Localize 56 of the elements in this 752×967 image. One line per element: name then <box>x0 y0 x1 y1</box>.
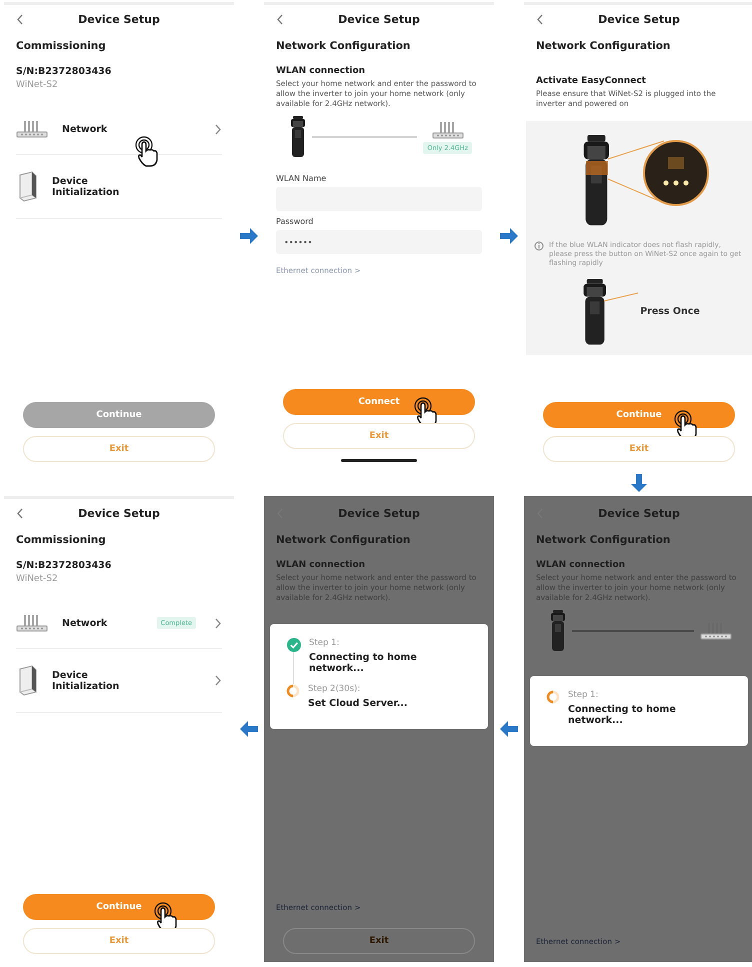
arrow-down-icon <box>630 474 648 492</box>
back-icon[interactable] <box>536 14 544 25</box>
subheading: WLAN connection <box>276 66 366 76</box>
router-icon <box>432 120 464 139</box>
section-heading: Network Configuration <box>536 40 672 52</box>
secondary-button[interactable]: Exit <box>543 436 735 462</box>
router-icon <box>16 120 48 138</box>
screen-title: Device Setup <box>597 507 681 520</box>
section-heading: Network Configuration <box>536 534 672 546</box>
screen-title: Device Setup <box>337 13 421 26</box>
arrow-left-icon <box>500 720 518 738</box>
setup-item[interactable]: Network <box>16 104 222 155</box>
item-label: Network <box>62 618 108 628</box>
section-heading: Commissioning <box>16 534 107 546</box>
model-name: WiNet-S2 <box>16 80 59 90</box>
step-label: Step 2(30s): <box>308 684 362 694</box>
subheading: Activate EasyConnect <box>536 76 647 86</box>
subheading: WLAN connection <box>536 560 626 570</box>
secondary-button[interactable]: Exit <box>23 436 215 462</box>
screen-title: Device Setup <box>77 13 161 26</box>
item-label: Device Initialization <box>52 176 120 198</box>
screen-title: Device Setup <box>77 507 161 520</box>
section-heading: Network Configuration <box>276 534 412 546</box>
step-text: Connecting to home network... <box>309 652 418 674</box>
router-icon <box>700 622 732 640</box>
router-icon <box>16 614 48 632</box>
arrow-right-icon <box>500 227 518 245</box>
serial-number: S/N:B2372803436 <box>16 560 112 571</box>
input-field[interactable]: •••••• <box>276 230 482 254</box>
arrow-right-icon <box>240 227 258 245</box>
arrow-left-icon <box>240 720 258 738</box>
screen-title: Device Setup <box>337 507 421 520</box>
secondary-button[interactable]: Exit <box>283 928 475 954</box>
back-icon[interactable] <box>276 14 284 25</box>
subheading: WLAN connection <box>276 560 366 570</box>
item-label: Device Initialization <box>52 670 120 692</box>
screen-title: Device Setup <box>597 13 681 26</box>
step-text: Connecting to home network... <box>568 704 677 726</box>
back-icon[interactable] <box>16 508 24 519</box>
secondary-button[interactable]: Exit <box>23 928 215 954</box>
item-label: Network <box>62 124 108 134</box>
step-text: Set Cloud Server... <box>308 698 409 710</box>
setup-item[interactable]: Device Initialization <box>16 649 222 713</box>
section-heading: Network Configuration <box>276 40 412 52</box>
step-label: Step 1: <box>309 638 340 648</box>
section-heading: Commissioning <box>16 40 107 52</box>
model-name: WiNet-S2 <box>16 574 59 584</box>
field-label: Password <box>276 217 314 226</box>
info-icon <box>534 240 544 250</box>
step-label: Step 1: <box>568 690 600 700</box>
back-icon[interactable] <box>16 14 24 25</box>
callout-label: Press Once <box>640 306 700 318</box>
setup-item[interactable]: Device Initialization <box>16 155 222 219</box>
secondary-button[interactable]: Exit <box>283 423 475 449</box>
field-label: WLAN Name <box>276 174 328 184</box>
serial-number: S/N:B2372803436 <box>16 66 112 77</box>
